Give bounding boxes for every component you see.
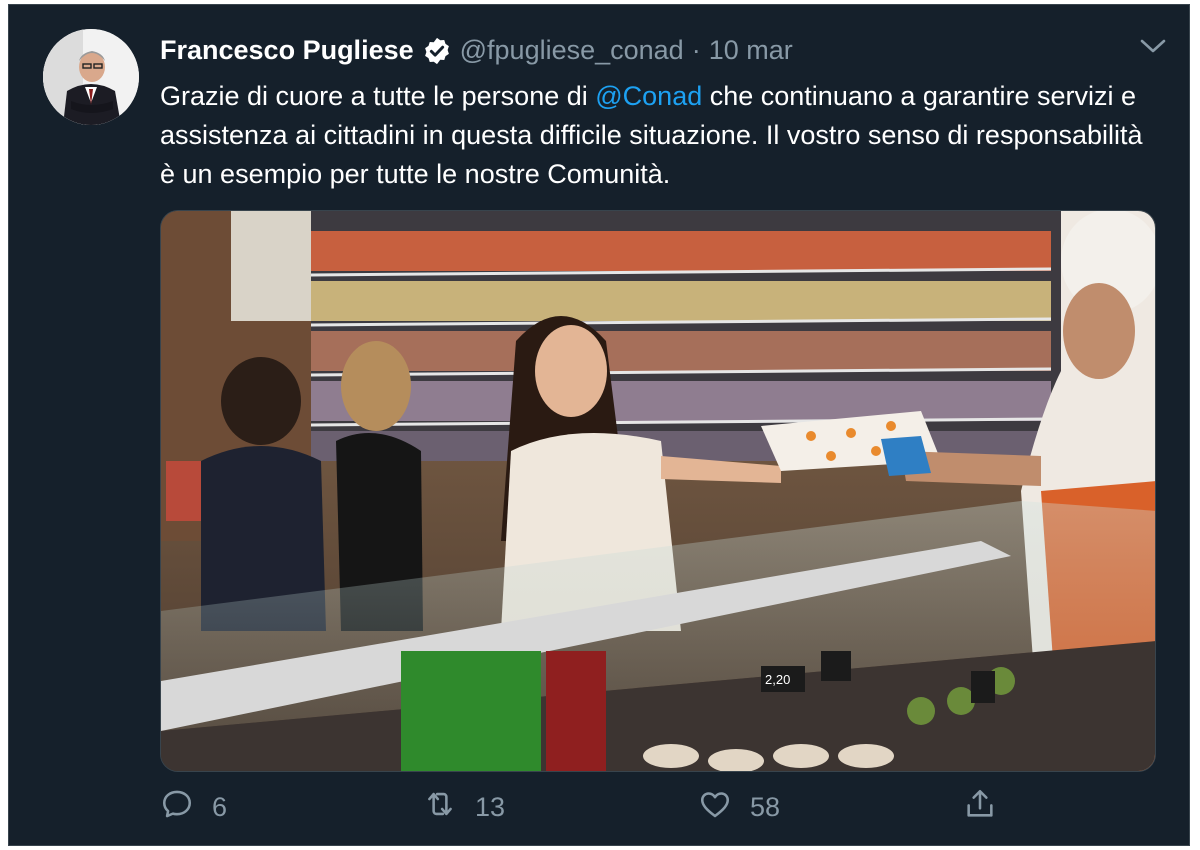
verified-badge-icon	[422, 36, 452, 66]
author-avatar[interactable]	[43, 29, 139, 125]
tweet-actions: 6 13 58	[160, 787, 1156, 831]
like-button[interactable]: 58	[698, 787, 780, 828]
reply-count: 6	[212, 792, 228, 822]
tweet-photo[interactable]: 2,20	[160, 210, 1156, 772]
tweet-header: Francesco Pugliese @fpugliese_conad · 10…	[160, 35, 793, 66]
like-count: 58	[750, 792, 781, 822]
price-tag-label: 2,20	[765, 672, 790, 687]
tweet-date[interactable]: 10 mar	[709, 35, 793, 66]
chevron-down-icon[interactable]	[1139, 35, 1167, 57]
author-display-name[interactable]: Francesco Pugliese	[160, 35, 414, 66]
tweet-text: Grazie di cuore a tutte le persone di @C…	[160, 77, 1160, 194]
separator-dot: ·	[691, 35, 701, 65]
reply-button[interactable]: 6	[160, 787, 227, 828]
author-handle[interactable]: @fpugliese_conad	[460, 35, 684, 66]
retweet-icon	[423, 787, 457, 828]
share-button[interactable]	[963, 787, 997, 828]
mention-link[interactable]: @Conad	[595, 81, 702, 111]
retweet-button[interactable]: 13	[423, 787, 505, 828]
tweet-text-part1: Grazie di cuore a tutte le persone di	[160, 81, 596, 111]
heart-icon	[698, 787, 732, 828]
retweet-count: 13	[475, 792, 506, 822]
reply-icon	[160, 787, 194, 828]
tweet-card[interactable]: Francesco Pugliese @fpugliese_conad · 10…	[8, 4, 1190, 846]
share-icon	[963, 787, 997, 828]
